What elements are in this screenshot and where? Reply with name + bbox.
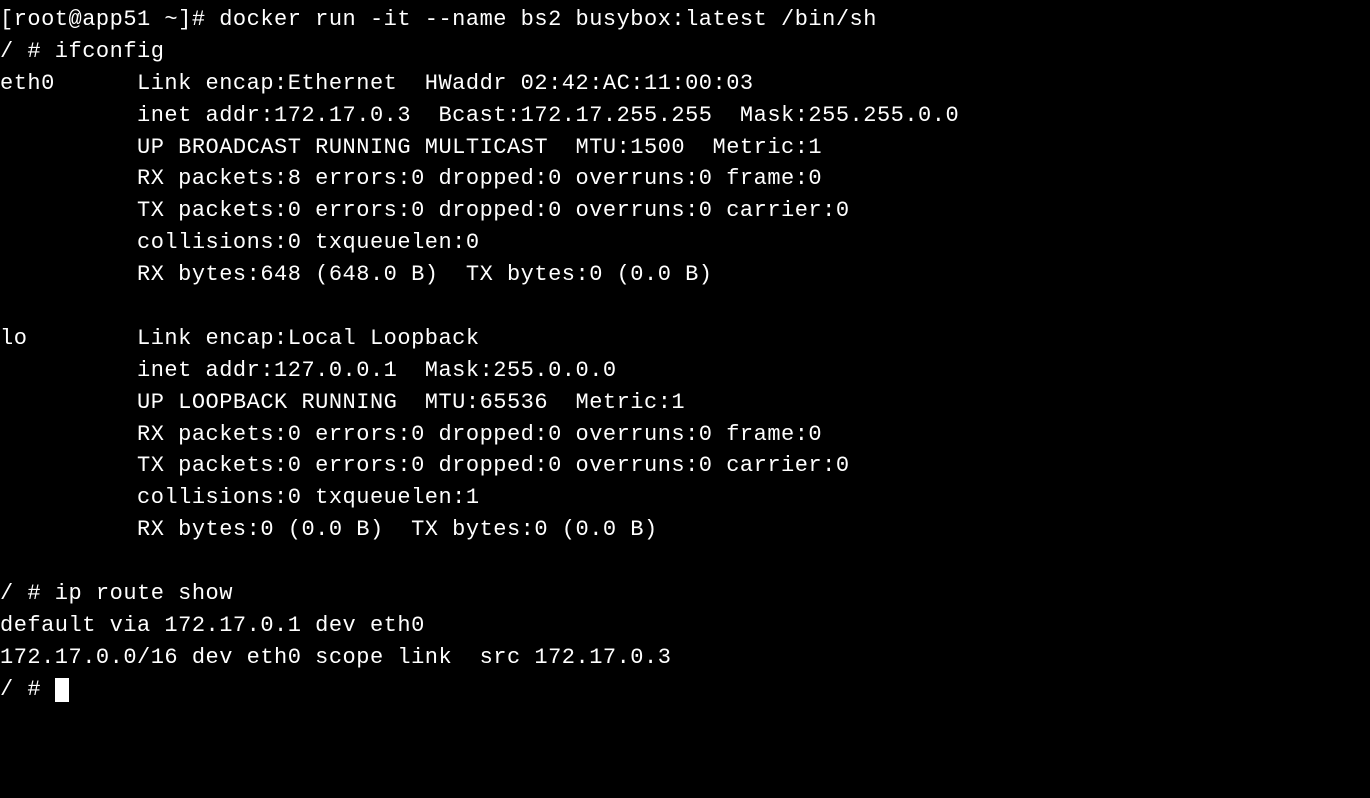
command-line-ip-route: / # ip route show xyxy=(0,581,233,606)
ifconfig-lo-rx-packets: RX packets:0 errors:0 dropped:0 overruns… xyxy=(0,422,822,447)
ip-route-default: default via 172.17.0.1 dev eth0 xyxy=(0,613,425,638)
ifconfig-lo-inet: inet addr:127.0.0.1 Mask:255.0.0.0 xyxy=(0,358,617,383)
ifconfig-eth0-flags: UP BROADCAST RUNNING MULTICAST MTU:1500 … xyxy=(0,135,822,160)
ifconfig-lo-tx-packets: TX packets:0 errors:0 dropped:0 overruns… xyxy=(0,453,850,478)
prompt-current: / # xyxy=(0,677,55,702)
ip-route-subnet: 172.17.0.0/16 dev eth0 scope link src 17… xyxy=(0,645,671,670)
ifconfig-eth0-bytes: RX bytes:648 (648.0 B) TX bytes:0 (0.0 B… xyxy=(0,262,713,287)
ifconfig-lo-collisions: collisions:0 txqueuelen:1 xyxy=(0,485,480,510)
cursor-icon xyxy=(55,678,69,702)
ifconfig-eth0-tx-packets: TX packets:0 errors:0 dropped:0 overruns… xyxy=(0,198,850,223)
ifconfig-lo-flags: UP LOOPBACK RUNNING MTU:65536 Metric:1 xyxy=(0,390,685,415)
ifconfig-eth0-collisions: collisions:0 txqueuelen:0 xyxy=(0,230,480,255)
ifconfig-lo-header: lo Link encap:Local Loopback xyxy=(0,326,480,351)
ifconfig-eth0-inet: inet addr:172.17.0.3 Bcast:172.17.255.25… xyxy=(0,103,959,128)
ifconfig-eth0-header: eth0 Link encap:Ethernet HWaddr 02:42:AC… xyxy=(0,71,754,96)
ifconfig-eth0-rx-packets: RX packets:8 errors:0 dropped:0 overruns… xyxy=(0,166,822,191)
terminal-output[interactable]: [root@app51 ~]# docker run -it --name bs… xyxy=(0,4,1370,706)
command-line-docker-run: [root@app51 ~]# docker run -it --name bs… xyxy=(0,7,877,32)
ifconfig-lo-bytes: RX bytes:0 (0.0 B) TX bytes:0 (0.0 B) xyxy=(0,517,658,542)
command-line-ifconfig: / # ifconfig xyxy=(0,39,164,64)
